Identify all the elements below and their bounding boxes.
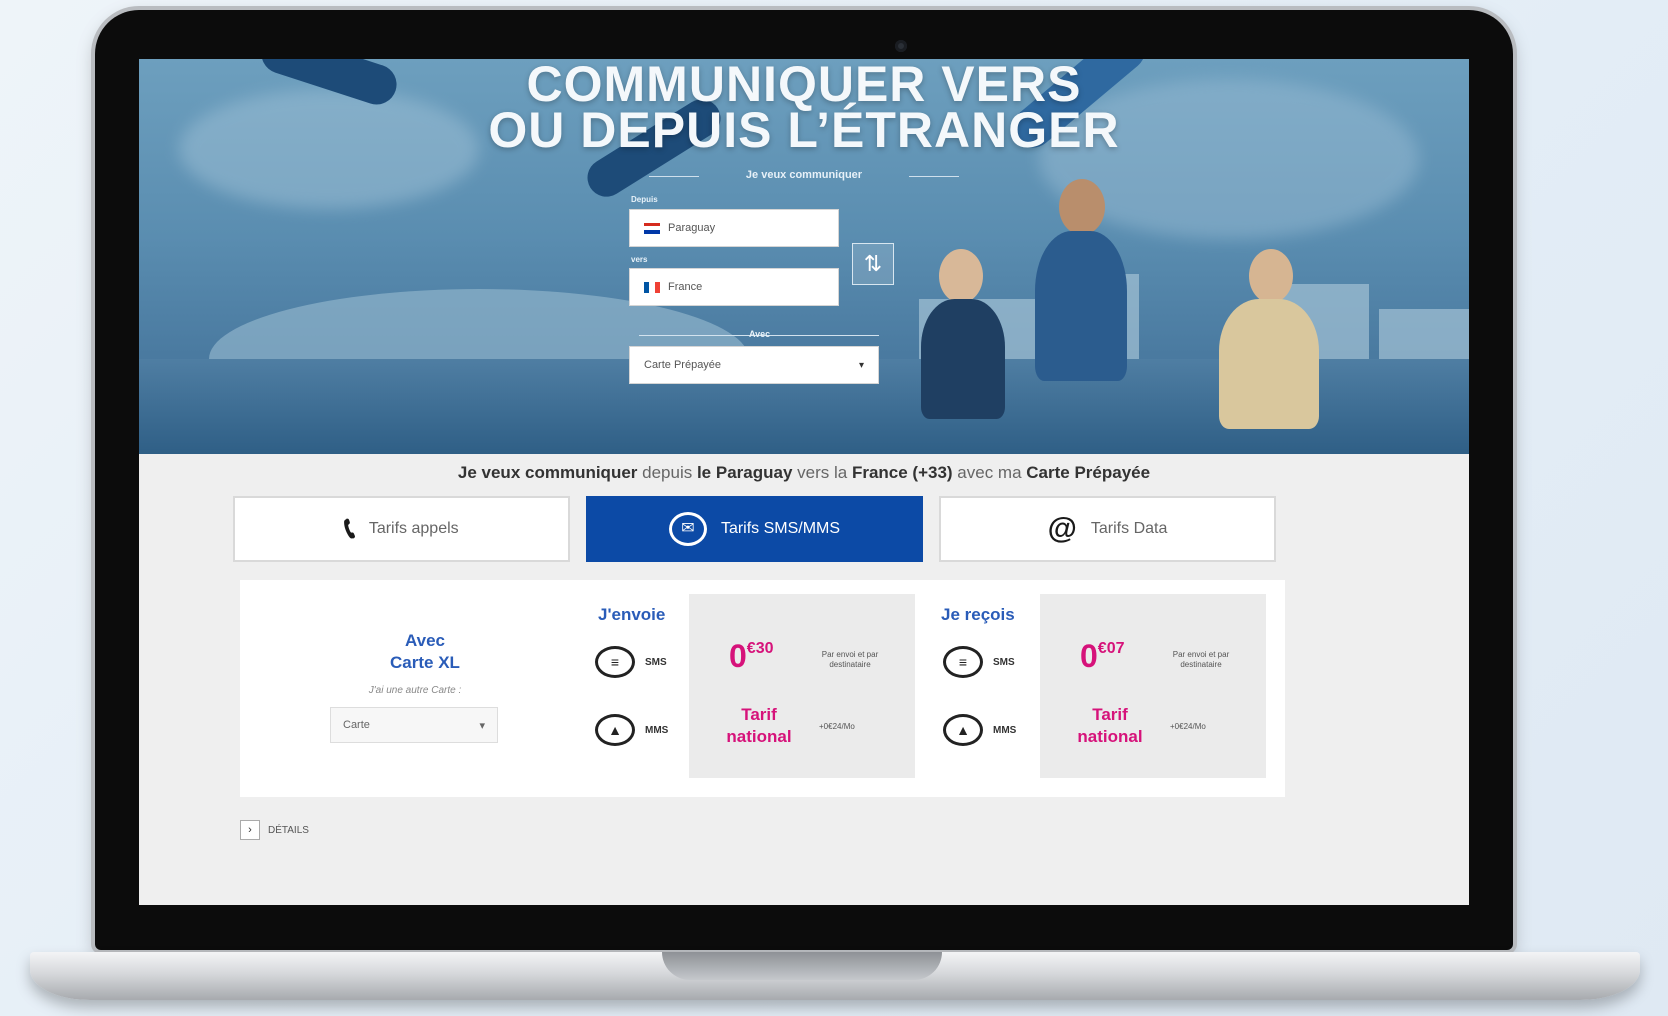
selection-summary: Je veux communiquer depuis le Paraguay v…	[139, 463, 1469, 483]
offer-select-value: Carte Prépayée	[644, 359, 722, 371]
tab-label: Tarifs SMS/MMS	[720, 520, 841, 537]
sms-bubble-icon: ≡	[595, 646, 635, 678]
chevron-down-icon: ▾	[858, 359, 864, 371]
phone-icon: 📞︎	[344, 512, 355, 545]
hero-subtitle: Je veux communiquer	[649, 169, 959, 181]
tarif-line: Tarif	[741, 705, 777, 724]
to-country-value: France	[668, 281, 703, 293]
laptop-notch	[662, 952, 942, 980]
camera-icon	[895, 40, 907, 52]
swap-countries-button[interactable]: ⇅	[852, 243, 894, 285]
sms-icon: ✉	[668, 512, 707, 546]
sms-label: SMS	[645, 657, 667, 668]
swap-arrows-icon: ⇅	[863, 251, 883, 276]
tab-label: Tarifs Data	[1090, 520, 1168, 537]
with-divider: Avec	[639, 329, 879, 341]
chevron-down-icon: ▾	[479, 719, 485, 732]
send-price-box: 0€30 Par envoi et par destinataire Tarif…	[689, 594, 915, 778]
summary-text: Je veux communiquer	[457, 463, 638, 482]
details-label: DÉTAILS	[268, 824, 309, 836]
from-country-input[interactable]: Paraguay	[629, 209, 839, 247]
receive-title: Je reçois	[941, 605, 1015, 624]
price-int: 0	[729, 638, 747, 674]
price-dec: €30	[746, 640, 774, 657]
to-country-input[interactable]: France	[629, 268, 839, 306]
summary-text: avec ma	[952, 463, 1027, 482]
from-label: Depuis	[631, 195, 658, 204]
paraguay-flag-icon	[644, 222, 660, 234]
summary-text: le Paraguay	[696, 463, 793, 482]
tarif-line: national	[726, 727, 792, 746]
mms-bubble-icon: ▲	[943, 714, 983, 746]
receive-price-box: 0€07 Par envoi et par destinataire Tarif…	[1040, 594, 1266, 778]
sms-price: 0€30	[729, 638, 774, 675]
price-int: 0	[1080, 638, 1098, 674]
tab-tarifs-appels[interactable]: 📞︎ Tarifs appels	[233, 496, 570, 562]
card-select-value: Carte	[343, 719, 370, 731]
mms-bubble-icon: ▲	[595, 714, 635, 746]
card-name: Avec Carte XL	[360, 630, 490, 674]
mms-label: MMS	[645, 725, 669, 736]
tarif-line: national	[1077, 727, 1143, 746]
with-label: Avec	[749, 329, 771, 339]
price-note: Par envoi et par destinataire	[1172, 650, 1230, 669]
tab-tarifs-data[interactable]: @ Tarifs Data	[939, 496, 1276, 562]
card-name-line: Avec	[404, 631, 445, 650]
tab-tarifs-sms-mms[interactable]: ✉ Tarifs SMS/MMS	[586, 496, 923, 562]
other-card-label: J'ai une autre Carte :	[368, 685, 462, 696]
price-dec: €07	[1097, 640, 1125, 657]
card-name-line: Carte XL	[390, 653, 460, 672]
person-figure	[909, 249, 1019, 449]
laptop-screen: COMMUNIQUER VERS OU DEPUIS L’ÉTRANGER Je…	[139, 59, 1469, 905]
person-figure	[1199, 249, 1339, 449]
to-label: vers	[631, 255, 648, 264]
person-figure	[1019, 179, 1139, 449]
offer-select[interactable]: Carte Prépayée ▾	[629, 346, 879, 384]
card-select[interactable]: Carte ▾	[330, 707, 498, 743]
tarif-line: Tarif	[1092, 705, 1128, 724]
mms-tarif: Tarif national	[1070, 704, 1150, 748]
rates-panel: Avec Carte XL J'ai une autre Carte : Car…	[240, 580, 1285, 797]
chevron-right-icon: ›	[240, 820, 260, 840]
summary-text: depuis	[637, 463, 697, 482]
sms-bubble-icon: ≡	[943, 646, 983, 678]
mms-tarif: Tarif national	[719, 704, 799, 748]
sms-price: 0€07	[1080, 638, 1125, 675]
tarif-note: +0€24/Mo	[1170, 722, 1206, 731]
tab-label: Tarifs appels	[368, 520, 459, 537]
france-flag-icon	[644, 281, 660, 293]
summary-text: vers la	[792, 463, 852, 482]
summary-text: France (+33)	[851, 463, 953, 482]
tarif-note: +0€24/Mo	[819, 722, 855, 731]
price-note: Par envoi et par destinataire	[821, 650, 879, 669]
summary-text: Carte Prépayée	[1026, 463, 1151, 482]
send-title: J'envoie	[598, 605, 666, 624]
details-toggle[interactable]: › DÉTAILS	[240, 820, 309, 840]
hero-title-line2: OU DEPUIS L’ÉTRANGER	[488, 102, 1120, 158]
hero-banner: COMMUNIQUER VERS OU DEPUIS L’ÉTRANGER Je…	[139, 59, 1469, 454]
mms-label: MMS	[993, 725, 1017, 736]
from-country-value: Paraguay	[668, 222, 716, 234]
sms-label: SMS	[993, 657, 1015, 668]
at-icon: @	[1047, 512, 1077, 545]
